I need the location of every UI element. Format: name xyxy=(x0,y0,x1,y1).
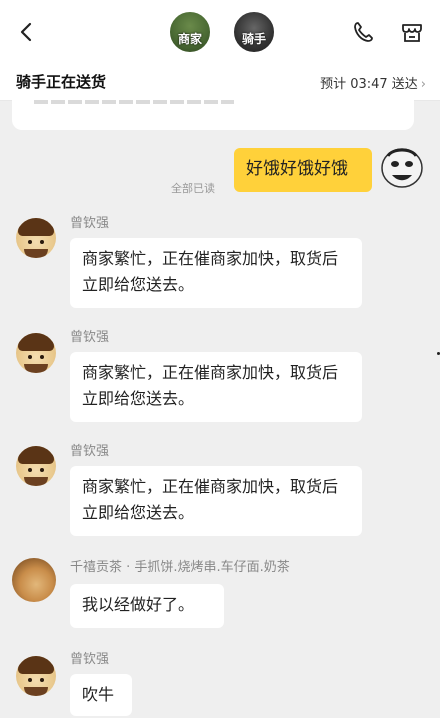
shop-avatar[interactable]: 商家 xyxy=(168,10,212,54)
participants-avatars: 商家 骑手 xyxy=(168,10,278,56)
eta-text: 预计 03:47 送达 xyxy=(320,77,418,92)
cropped-text xyxy=(34,100,234,104)
sender-name-2: 曾钦强 xyxy=(70,330,110,345)
message-text-5: 吹牛 xyxy=(82,685,115,704)
message-text-2: 商家繁忙，正在催商家加快，取货后立即给您送去。 xyxy=(82,363,339,408)
read-status: 全部已读 xyxy=(171,182,215,195)
message-bubble-4[interactable]: 我以经做好了。 xyxy=(70,584,224,628)
sender-name-4: 千禧贡茶 · 手抓饼.烧烤串.车仔面.奶茶 xyxy=(70,560,290,575)
message-bubble-3[interactable]: 商家繁忙，正在催商家加快，取货后立即给您送去。 xyxy=(70,466,362,536)
back-button[interactable] xyxy=(14,18,40,46)
delivery-status-title: 骑手正在送货 xyxy=(16,73,107,91)
store-button[interactable] xyxy=(398,18,426,46)
rider-avatar[interactable]: 骑手 xyxy=(232,10,276,54)
store-icon xyxy=(402,24,422,42)
message-bubble-5[interactable]: 吹牛 xyxy=(70,674,132,716)
message-bubble-2[interactable]: 商家繁忙，正在催商家加快，取货后立即给您送去。 xyxy=(70,352,362,422)
call-button[interactable] xyxy=(350,18,376,46)
shop-avatar-message[interactable] xyxy=(12,558,56,602)
rider-avatar-2[interactable] xyxy=(16,333,56,373)
my-avatar[interactable] xyxy=(378,142,426,190)
delivery-status-bar: 骑手正在送货 预计 03:47 送达 › xyxy=(0,62,440,101)
sender-name-5: 曾钦强 xyxy=(70,652,110,667)
shop-avatar-tag: 商家 xyxy=(177,32,202,46)
message-text-1: 商家繁忙，正在催商家加快，取货后立即给您送去。 xyxy=(82,249,339,294)
sender-name-3: 曾钦强 xyxy=(70,444,110,459)
previous-message-card xyxy=(12,100,414,130)
rider-avatar-5[interactable] xyxy=(16,656,56,696)
chevron-right-icon: › xyxy=(420,77,426,92)
my-message-text: 好饿好饿好饿 xyxy=(246,159,348,179)
sender-name-1: 曾钦强 xyxy=(70,216,110,231)
eta-link[interactable]: 预计 03:47 送达 › xyxy=(320,73,426,92)
chat-header: 商家 骑手 xyxy=(0,0,440,62)
message-text-4: 我以经做好了。 xyxy=(82,595,195,614)
my-message-bubble[interactable]: 好饿好饿好饿 xyxy=(234,148,372,192)
rider-avatar-tag: 骑手 xyxy=(241,32,266,46)
phone-icon xyxy=(354,22,373,42)
rider-avatar-3[interactable] xyxy=(16,446,56,486)
rider-avatar-1[interactable] xyxy=(16,218,56,258)
message-text-3: 商家繁忙，正在催商家加快，取货后立即给您送去。 xyxy=(82,477,339,522)
chevron-left-icon xyxy=(20,22,32,42)
message-bubble-1[interactable]: 商家繁忙，正在催商家加快，取货后立即给您送去。 xyxy=(70,238,362,308)
